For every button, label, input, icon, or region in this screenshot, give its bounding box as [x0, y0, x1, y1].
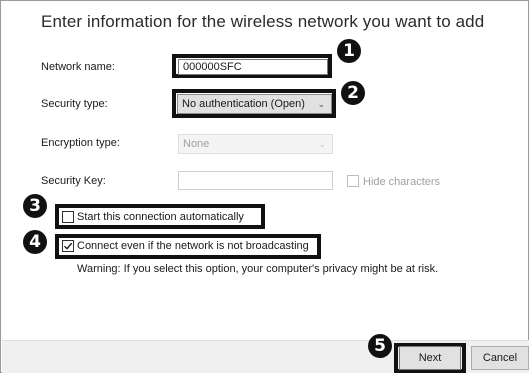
- privacy-warning-text: Warning: If you select this option, your…: [77, 263, 439, 275]
- connect-hidden-checkbox[interactable]: [62, 240, 74, 252]
- encryption-type-value: None: [183, 138, 210, 150]
- start-automatically-checkbox[interactable]: [62, 211, 74, 223]
- security-type-select[interactable]: No authentication (Open) ⌄: [177, 94, 332, 114]
- start-automatically-label[interactable]: Start this connection automatically: [77, 211, 244, 223]
- security-key-input[interactable]: [178, 171, 333, 190]
- hide-characters-checkbox: [347, 175, 359, 187]
- dialog-heading: Enter information for the wireless netwo…: [41, 12, 485, 31]
- chevron-down-icon: ⌄: [318, 139, 326, 149]
- network-name-label: Network name:: [41, 61, 115, 73]
- chevron-down-icon: ⌄: [317, 99, 325, 109]
- cancel-button[interactable]: Cancel: [471, 346, 529, 370]
- hide-characters-label: Hide characters: [363, 176, 441, 188]
- callout-1-badge: 1: [337, 39, 361, 63]
- network-name-input[interactable]: 000000SFC: [178, 59, 328, 75]
- callout-2-badge: 2: [341, 81, 365, 105]
- encryption-type-select: None ⌄: [178, 134, 333, 154]
- callout-3-badge: 3: [23, 194, 47, 218]
- connect-hidden-label[interactable]: Connect even if the network is not broad…: [77, 240, 309, 252]
- next-button[interactable]: Next: [399, 346, 461, 370]
- security-type-value: No authentication (Open): [182, 98, 305, 110]
- encryption-type-label: Encryption type:: [41, 137, 120, 149]
- callout-4-badge: 4: [23, 230, 47, 254]
- add-wireless-network-dialog: Enter information for the wireless netwo…: [0, 0, 529, 373]
- security-type-label: Security type:: [41, 98, 108, 110]
- checkmark-icon: [64, 242, 73, 250]
- network-name-value: 000000SFC: [183, 61, 242, 73]
- security-key-label: Security Key:: [41, 175, 106, 187]
- callout-5-badge: 5: [368, 334, 392, 358]
